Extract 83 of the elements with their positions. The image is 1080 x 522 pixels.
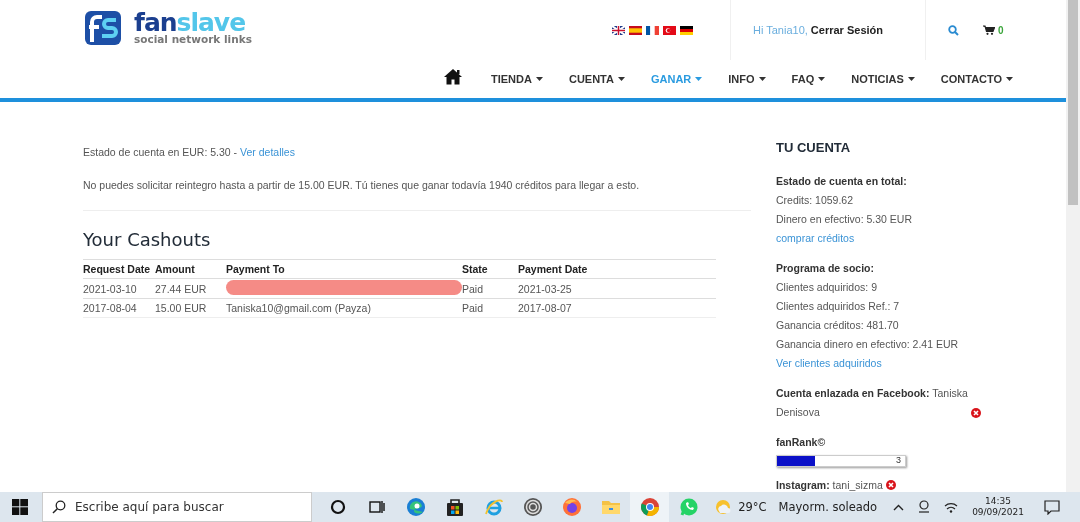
facebook-account-text: Cuenta enlazada en Facebook: Taniska Denisova <box>776 386 968 420</box>
spiral-icon <box>522 497 543 517</box>
table-cell: 2021-03-25 <box>518 278 716 299</box>
column-header: Request Date <box>83 259 155 279</box>
column-header: Payment Date <box>518 259 716 279</box>
flag-icon[interactable] <box>680 25 693 35</box>
table-cell: Paid <box>462 278 518 299</box>
instagram-account-text: Instagram: tani_sizma <box>776 478 883 492</box>
section-heading: Programa de socio: <box>776 261 876 276</box>
table-cell: 27.44 EUR <box>155 278 226 299</box>
withdrawal-notice: No puedes solicitar reintegro hasta a partir de 15.00 EUR. Tú tienes que ganar todavía 1940 créditos para llegar a esto. <box>83 179 641 191</box>
browser-icon <box>561 497 582 517</box>
sidebar-text: Clientes adquiridos: 9 <box>776 280 878 295</box>
nav-menu-item[interactable]: CONTACTO <box>940 73 1014 85</box>
table-cell: 15.00 EUR <box>155 298 226 318</box>
chat-icon <box>678 497 699 517</box>
nav-menu-item[interactable]: TIENDA <box>491 73 543 85</box>
search-icon <box>52 500 66 514</box>
caret-icon <box>1006 77 1014 81</box>
sidebar-link[interactable]: comprar créditos <box>776 229 981 248</box>
details-link[interactable]: Ver detalles <box>240 146 295 158</box>
caret-icon <box>617 77 625 81</box>
browser-icon <box>405 497 426 517</box>
sidebar-text: Clientes adquiridos Ref.: 7 <box>776 299 901 314</box>
clock-date[interactable]: 09/09/2021 <box>972 507 1024 518</box>
cart-icon[interactable] <box>983 25 995 35</box>
sidebar-title: TU CUENTA <box>776 140 852 155</box>
flag-icon[interactable] <box>646 25 659 35</box>
clock-time[interactable]: 14:35 <box>985 496 1012 507</box>
table-cell: 2017-08-07 <box>518 298 716 318</box>
search-icon[interactable] <box>948 24 959 36</box>
shopping-bag-icon <box>445 497 464 517</box>
wifi-icon[interactable] <box>944 501 959 513</box>
table-cell: 2021-03-10 <box>83 278 155 299</box>
table-cell: 2017-08-04 <box>83 298 155 318</box>
circle-icon <box>328 498 347 516</box>
unlink-icon[interactable] <box>971 408 981 418</box>
chevron-up-icon[interactable] <box>893 503 905 511</box>
nav-menu-item[interactable]: INFO <box>728 73 766 85</box>
column-header: Payment To <box>226 259 462 279</box>
folder-icon <box>600 498 621 516</box>
section-heading: Estado de cuenta en total: <box>776 174 908 189</box>
caret-icon <box>535 77 543 81</box>
logout-link[interactable]: Cerrar Sesión <box>810 24 883 36</box>
column-header: State <box>462 259 518 279</box>
caret-icon <box>818 77 826 81</box>
sidebar-text: Dinero en efectivo: 5.30 EUR <box>776 212 913 227</box>
table-cell: Taniska10@gmail.com (Payza) <box>226 302 371 315</box>
flag-icon[interactable] <box>612 25 625 35</box>
weather-text: Mayorm. soleado <box>778 500 878 514</box>
sidebar-link[interactable]: Ver clientes adquiridos <box>776 354 981 373</box>
nav-menu-item[interactable]: CUENTA <box>568 73 625 85</box>
flag-icon[interactable] <box>629 25 642 35</box>
browser-icon <box>483 497 504 517</box>
cashouts-title: Your Cashouts <box>83 229 212 250</box>
taskbar-search-field[interactable]: Escribe aquí para buscar <box>42 492 312 522</box>
logo-tagline: social network links <box>134 33 252 45</box>
caret-icon <box>907 77 915 81</box>
logo-wordmark: fanslave <box>134 11 246 34</box>
nav-menu-item[interactable]: NOTICIAS <box>851 73 915 85</box>
column-header: Amount <box>155 259 226 279</box>
fanrank-label: fanRank© <box>776 435 827 450</box>
sidebar-text: Ganancia dinero en efectivo: 2.41 EUR <box>776 337 960 352</box>
cart-count: 0 <box>998 24 1004 36</box>
logo-icon <box>84 10 122 46</box>
table-cell: Paid <box>462 298 518 318</box>
greeting-text: Hi Tania10, <box>753 24 808 36</box>
unlink-icon[interactable] <box>885 480 896 490</box>
meet-now-icon[interactable] <box>918 500 931 514</box>
scrollbar[interactable] <box>1066 0 1080 492</box>
caret-icon <box>695 77 703 81</box>
browser-icon <box>639 497 660 517</box>
caret-icon <box>758 77 766 81</box>
fanrank-value: 3 <box>896 454 901 467</box>
task-view-icon <box>367 498 386 516</box>
home-icon[interactable] <box>443 67 463 85</box>
nav-menu-item[interactable]: FAQ <box>791 73 826 85</box>
windows-start-icon[interactable] <box>12 499 28 515</box>
temperature-text: 29°C <box>738 500 767 514</box>
sidebar-text: Credits: 1059.62 <box>776 193 855 208</box>
sidebar-text: Ganancia créditos: 481.70 <box>776 318 900 333</box>
balance-text: Estado de cuenta en EUR: 5.30 - <box>83 146 238 158</box>
notification-icon[interactable] <box>1044 499 1060 515</box>
